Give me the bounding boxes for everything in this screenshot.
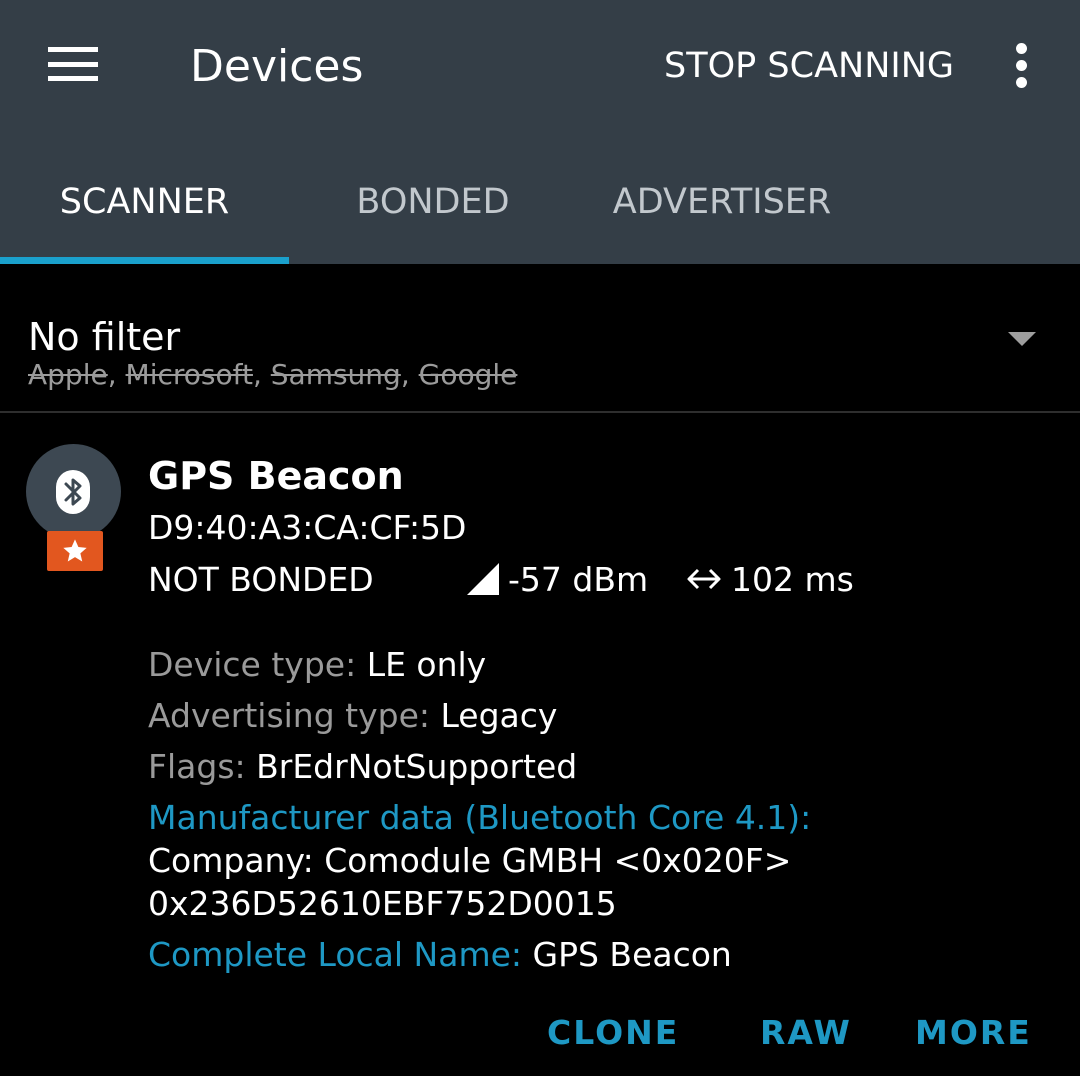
interval-icon: [687, 568, 721, 590]
excluded-vendor: Apple: [28, 358, 108, 391]
tab-indicator: [0, 257, 289, 264]
device-list-item[interactable]: GPS Beacon D9:40:A3:CA:CF:5D NOT BONDED …: [0, 413, 1080, 1076]
advertising-type-row: Advertising type: Legacy: [148, 694, 557, 738]
tab-bar: SCANNER BONDED ADVERTISER: [0, 150, 1080, 264]
flags-row: Flags: BrEdrNotSupported: [148, 745, 577, 789]
manufacturer-payload: 0x236D52610EBF752D0015: [148, 884, 617, 923]
favorite-badge: [47, 531, 103, 571]
more-button[interactable]: MORE: [915, 1011, 1032, 1055]
manufacturer-data-label: Manufacturer data (Bluetooth Core 4.1):: [148, 798, 812, 837]
app-bar: Devices STOP SCANNING SCANNER BONDED ADV…: [0, 0, 1080, 264]
screen: Devices STOP SCANNING SCANNER BONDED ADV…: [0, 0, 1080, 1076]
excluded-vendor: Samsung: [270, 358, 401, 391]
stop-scanning-button[interactable]: STOP SCANNING: [664, 42, 954, 90]
star-icon: [63, 539, 87, 562]
local-name-row: Complete Local Name: GPS Beacon: [148, 933, 732, 977]
tab-bonded[interactable]: BONDED: [289, 150, 577, 258]
advertising-interval: 102 ms: [731, 560, 854, 599]
excluded-vendor: Microsoft: [125, 358, 253, 391]
excluded-vendor: Google: [418, 358, 518, 391]
dropdown-arrow-icon[interactable]: [1008, 332, 1036, 346]
signal-strength-icon: [467, 563, 499, 595]
bond-state: NOT BONDED: [148, 560, 374, 599]
device-avatar: [26, 444, 121, 539]
rssi-value: -57 dBm: [508, 560, 649, 599]
more-options-icon[interactable]: [1004, 41, 1040, 91]
menu-icon[interactable]: [48, 47, 98, 81]
clone-button[interactable]: CLONE: [547, 1011, 679, 1055]
raw-button[interactable]: RAW: [760, 1011, 852, 1055]
device-type-row: Device type: LE only: [148, 643, 486, 687]
local-name-value: GPS Beacon: [532, 935, 732, 974]
flags-value: BrEdrNotSupported: [256, 747, 578, 786]
filter-dropdown[interactable]: No filter Apple, Microsoft, Samsung, Goo…: [0, 264, 1080, 411]
device-name: GPS Beacon: [148, 454, 404, 498]
device-address: D9:40:A3:CA:CF:5D: [148, 508, 467, 547]
manufacturer-company: Company: Comodule GMBH <0x020F>: [148, 841, 792, 880]
flags-label: Flags:: [148, 747, 257, 786]
filter-title: No filter: [28, 315, 181, 359]
device-type-value: LE only: [366, 645, 487, 684]
local-name-label: Complete Local Name:: [148, 935, 533, 974]
page-title: Devices: [190, 41, 364, 92]
excluded-vendors: Apple, Microsoft, Samsung, Google: [28, 358, 518, 391]
tab-advertiser[interactable]: ADVERTISER: [577, 150, 867, 258]
bluetooth-icon: [56, 470, 90, 514]
device-type-label: Device type:: [148, 645, 367, 684]
tab-scanner[interactable]: SCANNER: [0, 150, 289, 258]
advertising-type-value: Legacy: [440, 696, 558, 735]
advertising-type-label: Advertising type:: [148, 696, 441, 735]
